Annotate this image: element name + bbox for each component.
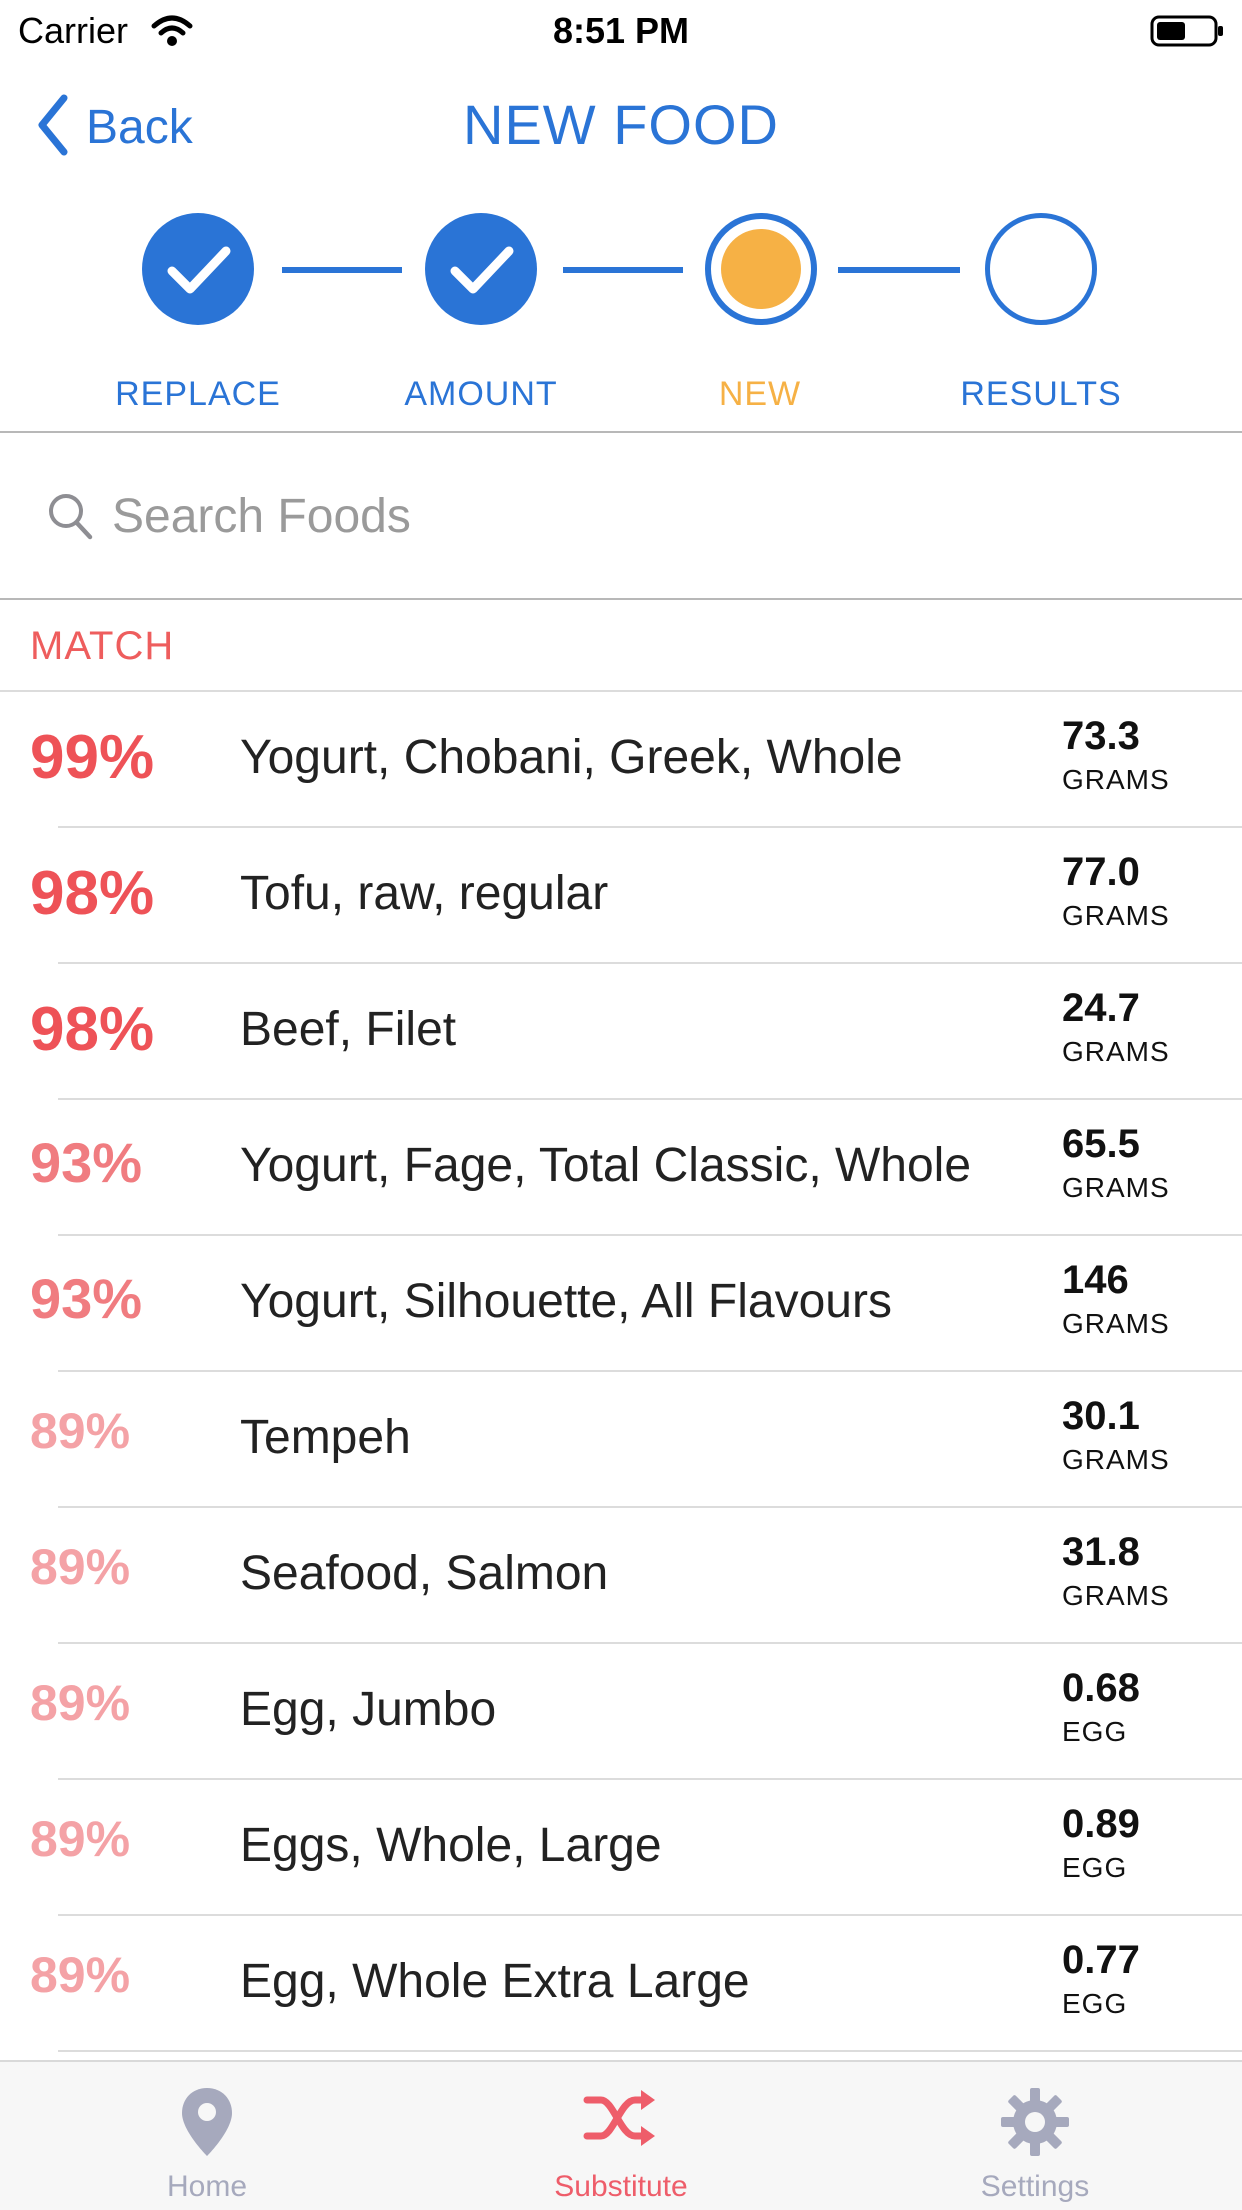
match-percent: 98% bbox=[30, 995, 155, 1064]
food-name: Seafood, Salmon bbox=[240, 1547, 609, 1600]
row-separator bbox=[58, 2050, 1242, 2052]
tab-home[interactable]: Home bbox=[0, 2062, 414, 2210]
food-name: Yogurt, Silhouette, All Flavours bbox=[240, 1275, 892, 1328]
divider bbox=[0, 431, 1242, 433]
amount-value: 0.77 bbox=[1062, 1938, 1140, 1982]
step-replace-indicator bbox=[142, 213, 254, 325]
match-percent: 89% bbox=[30, 1675, 131, 1731]
location-pin-icon bbox=[0, 2086, 414, 2158]
progress-stepper: REPLACE AMOUNT NEW RESULTS bbox=[0, 205, 1242, 435]
match-percent: 93% bbox=[30, 1131, 143, 1194]
status-bar: Carrier 8:51 PM bbox=[0, 0, 1242, 60]
section-title-match: MATCH bbox=[30, 624, 175, 668]
step-label-results: RESULTS bbox=[960, 375, 1122, 413]
amount-unit: GRAMS bbox=[1062, 1036, 1170, 1067]
food-name: Tempeh bbox=[240, 1411, 411, 1464]
list-item[interactable]: 93% Yogurt, Silhouette, All Flavours 146… bbox=[0, 1236, 1242, 1372]
amount-value: 24.7 bbox=[1062, 986, 1140, 1030]
amount-value: 65.5 bbox=[1062, 1122, 1140, 1166]
amount-value: 77.0 bbox=[1062, 850, 1140, 894]
results-list: 99% Yogurt, Chobani, Greek, Whole 73.3 G… bbox=[0, 692, 1242, 2052]
step-label-new: NEW bbox=[718, 375, 802, 413]
search-bar bbox=[0, 435, 1242, 597]
search-icon bbox=[46, 491, 94, 548]
section-header: MATCH bbox=[0, 600, 1242, 690]
food-name: Yogurt, Chobani, Greek, Whole bbox=[240, 731, 903, 784]
current-step-dot bbox=[721, 229, 801, 309]
page-title: NEW FOOD bbox=[463, 93, 779, 156]
match-percent: 93% bbox=[30, 1267, 143, 1330]
amount-value: 73.3 bbox=[1062, 714, 1140, 758]
food-name: Eggs, Whole, Large bbox=[240, 1819, 662, 1872]
match-percent: 99% bbox=[30, 723, 155, 792]
search-input[interactable] bbox=[110, 475, 1194, 557]
amount-unit: GRAMS bbox=[1062, 1172, 1170, 1203]
list-item[interactable]: 99% Yogurt, Chobani, Greek, Whole 73.3 G… bbox=[0, 692, 1242, 828]
tab-label-home: Home bbox=[166, 2170, 248, 2203]
checkmark-icon bbox=[450, 246, 514, 294]
checkmark-icon bbox=[167, 246, 231, 294]
list-item[interactable]: 89% Eggs, Whole, Large 0.89 EGG bbox=[0, 1780, 1242, 1916]
amount-unit: EGG bbox=[1062, 1852, 1128, 1883]
list-item[interactable]: 89% Egg, Whole Extra Large 0.77 EGG bbox=[0, 1916, 1242, 2052]
tab-settings[interactable]: Settings bbox=[828, 2062, 1242, 2210]
step-label-amount: AMOUNT bbox=[404, 375, 558, 413]
tab-bar: Home Substitute Settings bbox=[0, 2060, 1242, 2210]
match-percent: 89% bbox=[30, 1947, 131, 2003]
gear-icon bbox=[828, 2086, 1242, 2158]
amount-value: 146 bbox=[1062, 1258, 1129, 1302]
list-item[interactable]: 89% Egg, Jumbo 0.68 EGG bbox=[0, 1644, 1242, 1780]
step-connector bbox=[282, 267, 402, 273]
step-label-replace: REPLACE bbox=[115, 375, 281, 413]
tab-label-settings: Settings bbox=[980, 2170, 1090, 2203]
amount-value: 31.8 bbox=[1062, 1530, 1140, 1574]
list-item[interactable]: 98% Beef, Filet 24.7 GRAMS bbox=[0, 964, 1242, 1100]
step-connector bbox=[563, 267, 683, 273]
amount-value: 0.68 bbox=[1062, 1666, 1140, 1710]
food-name: Tofu, raw, regular bbox=[240, 867, 609, 920]
food-name: Egg, Whole Extra Large bbox=[240, 1955, 750, 2008]
amount-unit: GRAMS bbox=[1062, 764, 1170, 795]
tab-substitute[interactable]: Substitute bbox=[414, 2062, 828, 2210]
match-percent: 89% bbox=[30, 1539, 131, 1595]
match-percent: 89% bbox=[30, 1403, 131, 1459]
amount-value: 0.89 bbox=[1062, 1802, 1140, 1846]
tab-label-substitute: Substitute bbox=[554, 2170, 688, 2203]
step-results-indicator bbox=[985, 213, 1097, 325]
list-item[interactable]: 89% Tempeh 30.1 GRAMS bbox=[0, 1372, 1242, 1508]
navigation-bar: Back NEW FOOD bbox=[0, 70, 1242, 180]
shuffle-icon bbox=[414, 2086, 828, 2150]
match-percent: 98% bbox=[30, 859, 155, 928]
list-item[interactable]: 89% Seafood, Salmon 31.8 GRAMS bbox=[0, 1508, 1242, 1644]
step-connector bbox=[838, 267, 960, 273]
step-new-indicator bbox=[705, 213, 817, 325]
list-item[interactable]: 98% Tofu, raw, regular 77.0 GRAMS bbox=[0, 828, 1242, 964]
step-amount-indicator bbox=[425, 213, 537, 325]
food-name: Yogurt, Fage, Total Classic, Whole bbox=[240, 1139, 972, 1192]
match-percent: 89% bbox=[30, 1811, 131, 1867]
status-time: 8:51 PM bbox=[552, 10, 690, 51]
food-name: Egg, Jumbo bbox=[240, 1683, 497, 1736]
amount-value: 30.1 bbox=[1062, 1394, 1140, 1438]
amount-unit: GRAMS bbox=[1062, 1580, 1170, 1611]
amount-unit: EGG bbox=[1062, 1988, 1128, 2019]
amount-unit: GRAMS bbox=[1062, 900, 1170, 931]
amount-unit: EGG bbox=[1062, 1716, 1128, 1747]
food-name: Beef, Filet bbox=[240, 1003, 457, 1056]
amount-unit: GRAMS bbox=[1062, 1308, 1170, 1339]
battery-icon bbox=[1150, 14, 1226, 53]
amount-unit: GRAMS bbox=[1062, 1444, 1170, 1475]
list-item[interactable]: 93% Yogurt, Fage, Total Classic, Whole 6… bbox=[0, 1100, 1242, 1236]
